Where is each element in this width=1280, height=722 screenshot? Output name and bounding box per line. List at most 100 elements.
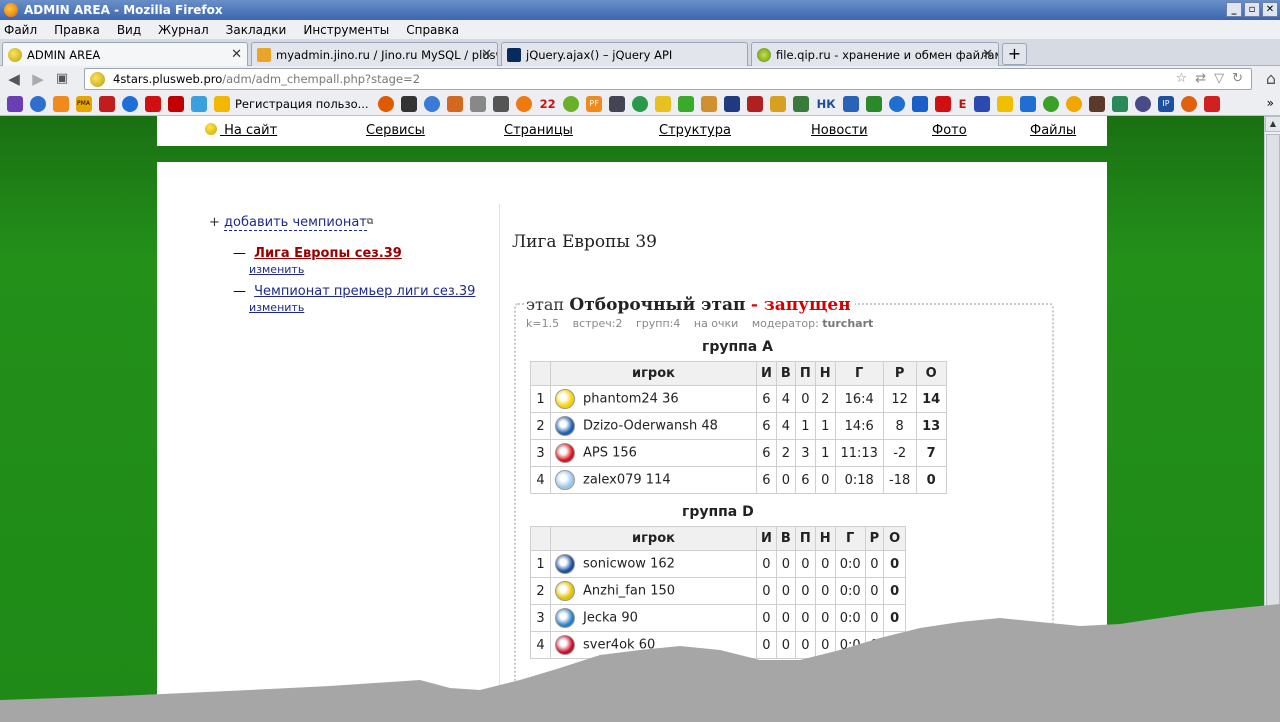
- tab-label: file.qip.ru - хранение и обмен файлами .…: [776, 47, 998, 62]
- tab-myadmin[interactable]: myadmin.jino.ru / Jino.ru MySQL / plusw.…: [251, 42, 498, 66]
- bookmark-star-icon[interactable]: ☆: [1176, 71, 1188, 86]
- tab-fileqip[interactable]: file.qip.ru - хранение и обмен файлами .…: [751, 42, 999, 66]
- address-bar[interactable]: 4stars.plusweb.pro/adm/adm_chempall.php?…: [84, 68, 1252, 90]
- bookmark-icon[interactable]: [935, 95, 952, 112]
- translate-icon[interactable]: ⇄: [1195, 71, 1206, 86]
- vertical-scrollbar[interactable]: ▲: [1264, 116, 1280, 722]
- bookmark-icon[interactable]: [98, 95, 115, 112]
- bookmark-icon[interactable]: [996, 95, 1013, 112]
- bookmark-icon[interactable]: [1042, 95, 1059, 112]
- close-tab-icon[interactable]: ✕: [231, 47, 242, 62]
- bookmark-icon[interactable]: [424, 95, 441, 112]
- bookmark-icon[interactable]: [52, 95, 69, 112]
- bookmark-icon[interactable]: [190, 95, 207, 112]
- scroll-up-icon[interactable]: ▲: [1265, 116, 1280, 132]
- nav-files-link[interactable]: Файлы: [1030, 123, 1076, 138]
- bookmark-icon[interactable]: [678, 95, 695, 112]
- bookmark-icon[interactable]: [493, 95, 510, 112]
- minimize-button[interactable]: _: [1226, 2, 1242, 17]
- tab-admin-area[interactable]: ADMIN AREA ✕: [2, 42, 248, 67]
- bookmark-icon[interactable]: [770, 95, 787, 112]
- nav-photo-link[interactable]: Фото: [932, 123, 967, 138]
- menu-file[interactable]: Файл: [4, 23, 37, 37]
- menu-help[interactable]: Справка: [406, 23, 459, 37]
- bookmark-icon[interactable]: [29, 95, 46, 112]
- restore-button[interactable]: ▫: [1244, 2, 1260, 17]
- championship-link-europa[interactable]: Лига Европы сез.39: [254, 246, 402, 261]
- close-tab-icon[interactable]: ✕: [481, 47, 492, 62]
- championship-link-premier[interactable]: Чемпионат премьер лиги сез.39: [254, 284, 475, 299]
- bookmark-icon[interactable]: [144, 95, 161, 112]
- nav-to-site-link[interactable]: На сайт: [205, 123, 277, 138]
- close-window-button[interactable]: ✕: [1262, 2, 1278, 17]
- menu-bookmarks[interactable]: Закладки: [226, 23, 287, 37]
- bookmark-icon[interactable]: [843, 95, 860, 112]
- menu-tools[interactable]: Инструменты: [303, 23, 389, 37]
- nav-pages-link[interactable]: Страницы: [504, 123, 573, 138]
- bookmark-icon[interactable]: [401, 95, 418, 112]
- ip-bookmark-icon[interactable]: IP: [1157, 95, 1174, 112]
- bookmark-nk[interactable]: НК: [817, 97, 836, 111]
- menu-edit[interactable]: Правка: [54, 23, 100, 37]
- downloads-icon[interactable]: ▣: [52, 69, 72, 89]
- bookmark-icon[interactable]: [1065, 95, 1082, 112]
- globe-bookmark-icon[interactable]: [121, 95, 138, 112]
- bookmark-icon[interactable]: [701, 95, 718, 112]
- plus-bookmark-icon[interactable]: [912, 95, 929, 112]
- bookmark-22[interactable]: 22: [540, 97, 556, 111]
- home-icon[interactable]: ⌂: [1266, 69, 1276, 88]
- bookmark-e[interactable]: Е: [959, 97, 967, 111]
- bookmark-icon[interactable]: [1088, 95, 1105, 112]
- menu-history[interactable]: Журнал: [158, 23, 209, 37]
- w-bookmark-icon[interactable]: [167, 95, 184, 112]
- bookmark-registration[interactable]: Регистрация пользо...: [235, 97, 369, 111]
- bookmark-icon[interactable]: [655, 95, 672, 112]
- nav-news-link[interactable]: Новости: [811, 123, 868, 138]
- bookmark-icon[interactable]: [1111, 95, 1128, 112]
- new-tab-button[interactable]: +: [1002, 43, 1027, 65]
- bookmark-icon[interactable]: [1180, 95, 1197, 112]
- reload-icon[interactable]: ↻: [1232, 71, 1243, 86]
- bookmark-icon[interactable]: [793, 95, 810, 112]
- menu-view[interactable]: Вид: [117, 23, 141, 37]
- pos-cell: 2: [530, 577, 551, 605]
- bookmark-icon[interactable]: [6, 95, 23, 112]
- bookmark-icon[interactable]: [889, 95, 906, 112]
- edit-link[interactable]: изменить: [249, 263, 402, 276]
- site-identity-icon[interactable]: [90, 72, 105, 87]
- close-tab-icon[interactable]: ✕: [982, 47, 993, 62]
- anchor-bookmark-icon[interactable]: [609, 95, 626, 112]
- nav-structure-link[interactable]: Структура: [659, 123, 731, 138]
- diff-cell: 0: [864, 550, 885, 578]
- wins-cell: 0: [775, 604, 796, 632]
- bookmark-icon[interactable]: [447, 95, 464, 112]
- bookmark-icon[interactable]: [1134, 95, 1151, 112]
- scroll-thumb[interactable]: [1266, 134, 1280, 709]
- dropdown-arrow-icon[interactable]: ▽: [1214, 71, 1224, 86]
- pf-bookmark-icon[interactable]: PF: [586, 95, 603, 112]
- bookmark-icon[interactable]: [516, 95, 533, 112]
- points-cell: 0: [883, 604, 907, 632]
- points-cell: 0: [883, 550, 907, 578]
- bookmark-icon[interactable]: [1203, 95, 1220, 112]
- bookmark-icon[interactable]: [470, 95, 487, 112]
- bookmarks-overflow-button[interactable]: »: [1267, 96, 1274, 110]
- tab-jquery[interactable]: jQuery.ajax() – jQuery API: [501, 42, 748, 66]
- bookmark-icon[interactable]: [1019, 95, 1036, 112]
- add-championship-link[interactable]: добавить чемпионат: [224, 215, 367, 231]
- nav-services-link[interactable]: Сервисы: [366, 123, 425, 138]
- draws-cell: 0: [814, 550, 836, 578]
- losses-cell: 6: [794, 466, 816, 494]
- bookmark-icon[interactable]: [213, 95, 230, 112]
- bookmark-icon[interactable]: [973, 95, 990, 112]
- pma-bookmark-icon[interactable]: PMA: [75, 95, 92, 112]
- forward-arrow-icon[interactable]: ▶: [28, 69, 48, 89]
- bookmark-icon[interactable]: [632, 95, 649, 112]
- bookmark-icon[interactable]: [724, 95, 741, 112]
- bookmark-icon[interactable]: [378, 95, 395, 112]
- bookmark-icon[interactable]: [747, 95, 764, 112]
- edit-link[interactable]: изменить: [249, 301, 475, 314]
- back-arrow-icon[interactable]: ◀: [4, 69, 24, 89]
- bookmark-icon[interactable]: [563, 95, 580, 112]
- bookmark-icon[interactable]: [866, 95, 883, 112]
